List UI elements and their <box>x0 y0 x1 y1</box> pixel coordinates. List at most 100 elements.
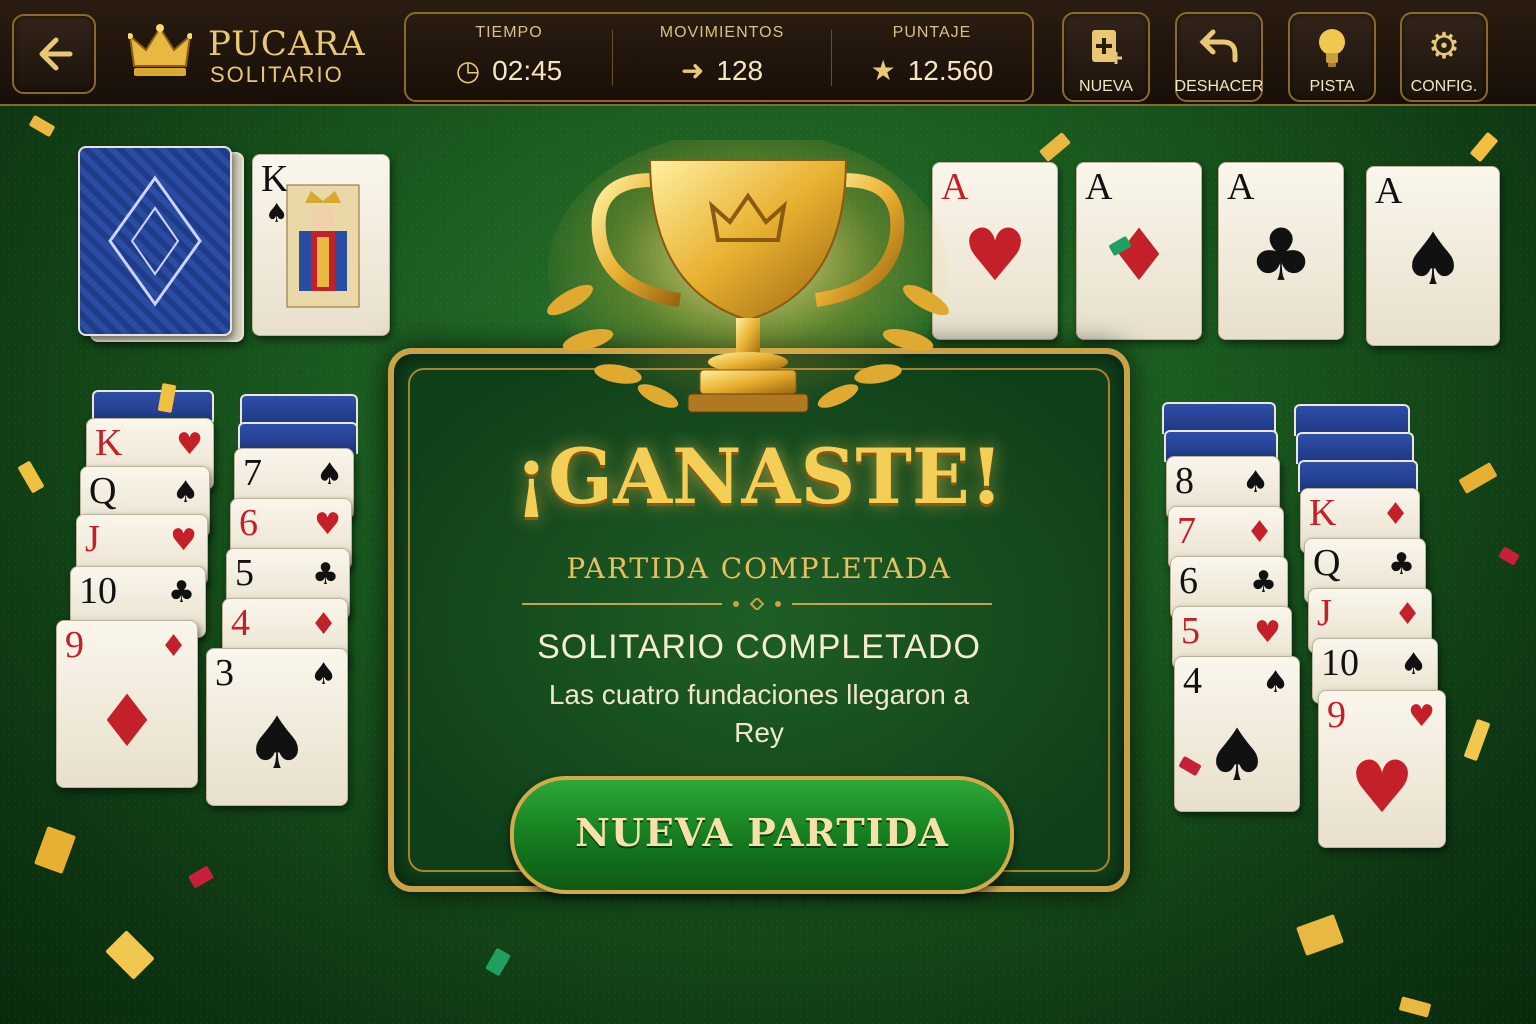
card-rank: 6 <box>1179 560 1198 602</box>
stat-score-value: 12.560 <box>907 55 994 86</box>
settings-label: CONFIG. <box>1410 78 1478 95</box>
heart-icon: ♥ <box>1349 745 1415 829</box>
stat-moves-label: MOVIMIENTOS <box>659 24 785 41</box>
stat-moves: MOVIMIENTOS ➜ 128 <box>613 14 831 100</box>
spade-icon: ♠ <box>310 657 337 692</box>
spade-icon: ♠ <box>244 701 310 785</box>
card-rank: K <box>1309 492 1337 534</box>
win-subtitle: PARTIDA COMPLETADA <box>566 552 952 585</box>
undo-icon <box>1177 26 1261 75</box>
win-heading: SOLITARIO COMPLETADO <box>537 628 981 666</box>
spade-icon: ♠ <box>172 475 199 510</box>
settings-button[interactable]: ⚙ CONFIG. <box>1400 12 1488 102</box>
stat-time-value: 02:45 <box>492 55 563 86</box>
foundation-spades[interactable]: A ♠ <box>1366 166 1500 346</box>
foundation-diamonds[interactable]: A ♦ <box>1076 162 1202 340</box>
stock-pile[interactable] <box>78 146 232 336</box>
card-rank: Q <box>1313 542 1341 584</box>
king-face-icon <box>286 184 360 308</box>
card-rank: 7 <box>243 452 262 494</box>
card-rank: A <box>1085 166 1113 208</box>
new-game-dialog-button[interactable]: NUEVA PARTIDA <box>510 776 1014 894</box>
stat-score: PUNTAJE ★ 12.560 <box>832 14 1032 100</box>
tableau-card[interactable]: 4 ♠ ♠ <box>1174 656 1300 812</box>
spade-icon: ♠ <box>316 457 343 492</box>
stat-time: TIEMPO ◷ 02:45 <box>406 14 612 100</box>
ornament-divider-icon <box>522 598 992 610</box>
crown-icon <box>128 24 192 76</box>
card-rank: 5 <box>1181 610 1200 652</box>
diamond-icon: ♦ <box>94 679 160 763</box>
card-rank: 10 <box>1321 642 1359 684</box>
card-rank: J <box>85 518 100 560</box>
stat-score-label: PUNTAJE <box>892 24 972 41</box>
trophy-icon <box>547 140 949 413</box>
spade-icon: ♠ <box>1262 665 1289 700</box>
card-rank: 5 <box>235 552 254 594</box>
tableau-card[interactable]: 9 ♥ ♥ <box>1318 690 1446 848</box>
club-icon: ♣ <box>1248 213 1314 297</box>
hint-label: PISTA <box>1309 78 1355 95</box>
undo-button[interactable]: DESHACER <box>1175 12 1263 102</box>
card-rank: 8 <box>1175 460 1194 502</box>
win-message: Las cuatro fundaciones llegaron a Rey <box>548 679 970 748</box>
foundation-clubs[interactable]: A ♣ <box>1218 162 1344 340</box>
undo-label: DESHACER <box>1174 78 1264 95</box>
heart-icon: ♥ <box>314 507 341 542</box>
heart-icon: ♥ <box>176 427 203 462</box>
card-rank: J <box>1317 592 1332 634</box>
card-rank: 6 <box>239 502 258 544</box>
diamond-icon: ♦ <box>1106 213 1172 297</box>
hint-button[interactable]: PISTA <box>1288 12 1376 102</box>
card-rank: 7 <box>1177 510 1196 552</box>
spade-icon: ♠ <box>1242 465 1269 500</box>
heart-icon: ♥ <box>1408 699 1435 734</box>
clock-icon: ◷ <box>455 55 481 86</box>
diamond-icon: ♦ <box>1382 497 1409 532</box>
spade-icon: ♠ <box>1400 647 1427 682</box>
card-rank: K <box>95 422 123 464</box>
gear-icon: ⚙ <box>1427 26 1461 67</box>
stats-panel: TIEMPO ◷ 02:45 MOVIMIENTOS ➜ 128 PUNTAJE ★… <box>404 12 1034 102</box>
star-icon: ★ <box>870 55 896 86</box>
lightbulb-icon <box>1290 26 1374 77</box>
diamond-icon: ♦ <box>1246 515 1273 550</box>
top-bar: PUCARA SOLITARIO TIEMPO ◷ 02:45 MOVIMIENT… <box>0 0 1536 106</box>
arrow-right-icon: ➜ <box>680 55 705 86</box>
card-rank: A <box>1375 170 1403 212</box>
card-rank: 9 <box>65 624 84 666</box>
club-icon: ♣ <box>1250 565 1277 600</box>
stat-time-label: TIEMPO <box>475 24 543 41</box>
back-arrow-icon <box>39 37 73 71</box>
card-rank: A <box>1227 166 1255 208</box>
tableau-card[interactable]: 9 ♦ ♦ <box>56 620 198 788</box>
diamond-icon: ♦ <box>160 629 187 664</box>
waste-card[interactable]: K ♠ <box>252 154 390 336</box>
card-rank: Q <box>89 470 117 512</box>
spade-icon: ♠ <box>1204 713 1270 797</box>
card-rank: 4 <box>1183 660 1202 702</box>
new-game-dialog-label: NUEVA PARTIDA <box>575 810 949 855</box>
spade-icon: ♠ <box>1400 217 1466 301</box>
heart-icon: ♥ <box>1254 615 1281 650</box>
back-button[interactable] <box>12 14 96 94</box>
card-rank: 3 <box>215 652 234 694</box>
club-icon: ♣ <box>312 557 339 592</box>
club-icon: ♣ <box>168 575 195 610</box>
stat-moves-value: 128 <box>716 55 764 86</box>
diamond-icon: ♦ <box>310 607 337 642</box>
card-rank: 4 <box>231 602 250 644</box>
app-logo: PUCARA SOLITARIO <box>128 18 378 88</box>
card-rank: 9 <box>1327 694 1346 736</box>
card-back-pattern-icon <box>108 175 202 307</box>
card-rank: 10 <box>79 570 117 612</box>
new-game-label: NUEVA <box>1079 78 1133 95</box>
diamond-icon: ♦ <box>1394 597 1421 632</box>
tableau-card[interactable]: 3 ♠ ♠ <box>206 648 348 806</box>
new-game-button[interactable]: NUEVA <box>1062 12 1150 102</box>
heart-icon: ♥ <box>170 523 197 558</box>
club-icon: ♣ <box>1388 547 1415 582</box>
win-title: ¡GANASTE! <box>514 432 1004 521</box>
app-name: PUCARA <box>208 24 366 64</box>
new-card-icon <box>1064 26 1148 75</box>
